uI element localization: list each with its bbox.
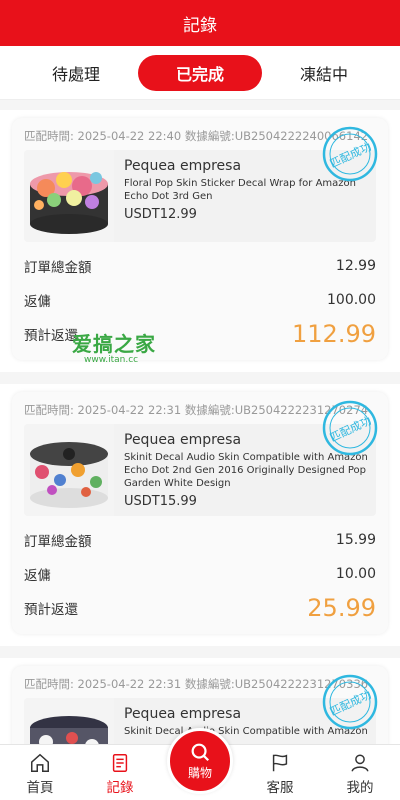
tab-pending[interactable]: 待處理 (14, 55, 138, 91)
commission-value: 100.00 (327, 292, 376, 308)
shopping-label: 購物 (187, 766, 212, 780)
commission-label: 返傭 (24, 568, 51, 584)
order-list[interactable]: 匹配時間: 2025-04-22 22:40 数據編號:UB2504222240… (0, 100, 400, 744)
product-image (24, 424, 114, 516)
order-total-value: 15.99 (335, 532, 376, 548)
matched-stamp-icon: 匹配成功 (322, 126, 378, 182)
nav-home[interactable]: 首頁 (10, 752, 70, 796)
tab-completed[interactable]: 已完成 (138, 54, 262, 91)
home-icon (31, 753, 49, 772)
nav-record[interactable]: 記錄 (90, 752, 150, 796)
record-icon (112, 754, 128, 772)
match-time-label: 匹配時間: (24, 129, 74, 143)
commission-value: 10.00 (335, 566, 376, 582)
bottom-nav: 首頁 記錄 . 客服 我的 購物 (0, 728, 400, 800)
match-time: 2025-04-22 22:31 (77, 403, 182, 417)
order-total-row: 訂單總金額 15.99 (24, 530, 376, 550)
order-no-label: 数據編號: (184, 677, 235, 691)
product-image (24, 150, 114, 242)
matched-stamp-icon: 匹配成功 (322, 400, 378, 456)
matched-stamp-icon: 匹配成功 (322, 674, 378, 730)
tab-frozen[interactable]: 凍結中 (262, 55, 386, 91)
match-time: 2025-04-22 22:31 (77, 677, 182, 691)
shopping-button[interactable]: 購物 (167, 728, 233, 794)
product-price: USDT15.99 (124, 494, 197, 509)
watermark: 爱搞之家 www.itan.cc (72, 328, 156, 365)
order-card-body: 匹配時間: 2025-04-22 22:31 数據編號:UB2504222231… (12, 392, 388, 634)
order-card: 匹配時間: 2025-04-22 22:31 数據編號:UB2504222231… (0, 384, 400, 646)
page-title: 記錄 (183, 15, 217, 36)
user-icon (351, 754, 369, 772)
order-total-label: 訂單總金額 (24, 534, 92, 550)
nav-profile[interactable]: 我的 (330, 752, 390, 796)
expected-return-label: 預計返還 (24, 328, 78, 344)
order-total-row: 訂單總金額 12.99 (24, 256, 376, 276)
expected-return-value: 112.99 (292, 320, 376, 348)
product-image (24, 698, 114, 744)
order-card: 匹配時間: 2025-04-22 22:40 数據編號:UB2504222240… (0, 110, 400, 372)
nav-service-label: 客服 (266, 780, 294, 796)
expected-return-row: 預計返還 25.99 (24, 594, 376, 622)
commission-row: 返傭 100.00 (24, 290, 376, 310)
order-no-label: 数據編號: (184, 129, 235, 143)
status-tabs: 待處理 已完成 凍結中 (0, 46, 400, 100)
order-total-value: 12.99 (335, 258, 376, 274)
order-no-label: 数據編號: (184, 403, 235, 417)
match-time-label: 匹配時間: (24, 677, 74, 691)
nav-home-label: 首頁 (26, 780, 54, 796)
flag-icon (272, 754, 288, 772)
commission-row: 返傭 10.00 (24, 564, 376, 584)
order-total-label: 訂單總金額 (24, 260, 92, 276)
nav-profile-label: 我的 (346, 780, 374, 796)
nav-record-label: 記錄 (106, 780, 134, 796)
nav-service[interactable]: 客服 (250, 752, 310, 796)
match-time: 2025-04-22 22:40 (77, 129, 182, 143)
commission-label: 返傭 (24, 294, 51, 310)
match-time-label: 匹配時間: (24, 403, 74, 417)
watermark-logo: 爱搞之家 (72, 332, 156, 356)
expected-return-value: 25.99 (307, 594, 376, 622)
app-header: 記錄 (0, 0, 400, 46)
product-price: USDT12.99 (124, 207, 197, 222)
search-icon (191, 743, 210, 762)
expected-return-label: 預計返還 (24, 602, 78, 618)
order-card-body: 匹配時間: 2025-04-22 22:40 数據編號:UB2504222240… (12, 118, 388, 360)
